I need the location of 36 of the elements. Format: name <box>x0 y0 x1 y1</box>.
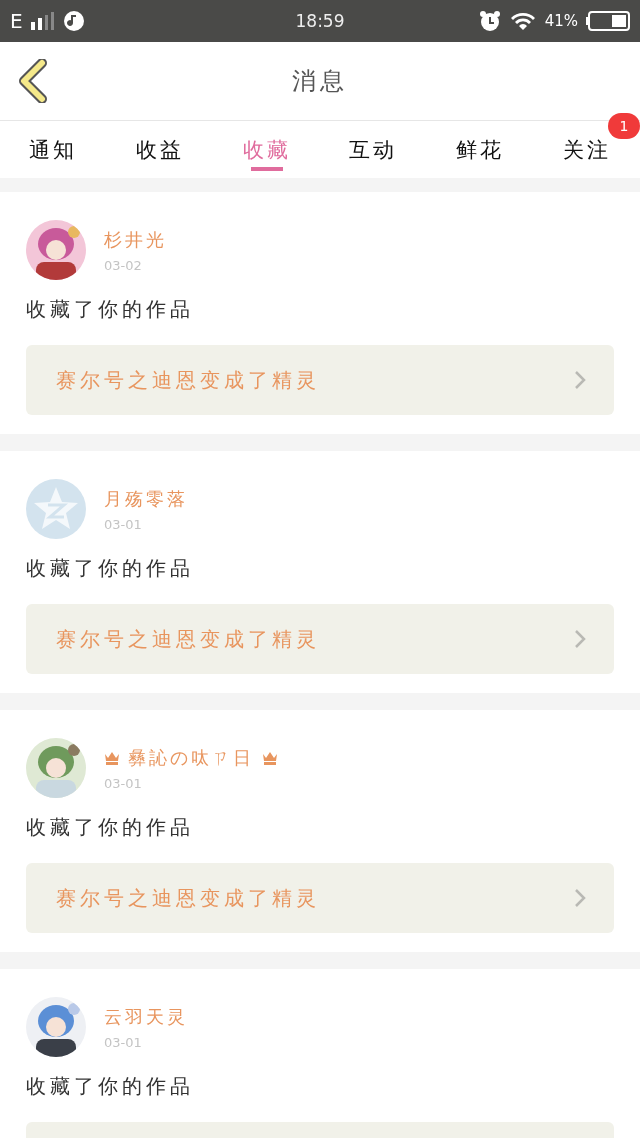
chevron-right-icon <box>574 370 586 390</box>
network-type: E <box>10 9 23 33</box>
work-link[interactable]: 赛尔号之迪恩变成了精灵 <box>26 345 614 415</box>
message-text: 收藏了你的作品 <box>26 814 195 841</box>
user-name[interactable]: 彝訫の呔ㄗ日 <box>128 745 254 770</box>
user-name[interactable]: 月殇零落 <box>104 486 188 511</box>
tab[interactable]: 收益 <box>106 121 214 178</box>
message-text: 收藏了你的作品 <box>26 1073 195 1100</box>
user-name[interactable]: 云羽天灵 <box>104 1004 188 1029</box>
crown-icon <box>104 750 120 765</box>
alarm-icon <box>478 10 501 32</box>
signal-icon <box>30 12 55 30</box>
chevron-right-icon <box>574 888 586 908</box>
message-date: 03-02 <box>104 257 143 273</box>
tab[interactable]: 收藏 <box>213 121 320 178</box>
message-date: 03-01 <box>104 775 143 791</box>
tab[interactable]: 互动 <box>320 121 427 178</box>
battery-icon <box>586 11 630 31</box>
page-title: 消息 <box>292 66 348 97</box>
back-button[interactable] <box>16 59 48 106</box>
count-badge: 1 <box>608 113 640 139</box>
clock: 18:59 <box>295 11 345 31</box>
music-app-icon <box>62 10 85 32</box>
chevron-right-icon <box>574 629 586 649</box>
message-date: 03-01 <box>104 1034 143 1050</box>
tab[interactable]: 鲜花 <box>426 121 534 178</box>
crown-icon <box>262 750 278 765</box>
message-text: 收藏了你的作品 <box>26 555 195 582</box>
tab[interactable]: 通知 <box>0 121 107 178</box>
battery-percent: 41% <box>544 12 578 30</box>
work-link[interactable]: 赛尔号之迪恩变成了精灵 <box>26 604 614 674</box>
work-link[interactable]: 赛尔号之迪恩变成了精灵 <box>26 863 614 933</box>
message-date: 03-01 <box>104 516 143 532</box>
user-name[interactable]: 杉井光 <box>104 227 167 252</box>
default-avatar-icon <box>26 479 86 539</box>
message-text: 收藏了你的作品 <box>26 296 195 323</box>
